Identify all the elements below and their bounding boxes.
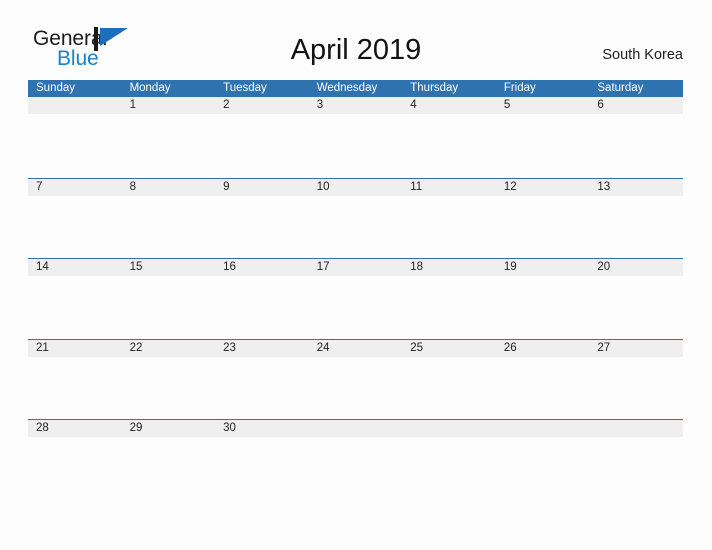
- day-content-area[interactable]: [28, 356, 683, 421]
- weekday-header-sunday: Sunday: [36, 82, 76, 94]
- day-number-band: 1 2 3 4 5 6: [28, 97, 683, 114]
- day-cell[interactable]: 9: [215, 179, 309, 196]
- day-cell[interactable]: [496, 420, 590, 437]
- day-cell[interactable]: 25: [402, 340, 496, 357]
- calendar-week-row: 21 22 23 24 25 26 27: [28, 338, 683, 421]
- day-cell[interactable]: 29: [122, 420, 216, 437]
- day-cell[interactable]: 8: [122, 179, 216, 196]
- day-cell[interactable]: 1: [122, 97, 216, 114]
- day-cell[interactable]: 4: [402, 97, 496, 114]
- day-number-band: 21 22 23 24 25 26 27: [28, 339, 683, 357]
- calendar-table: Sunday Monday Tuesday Wednesday Thursday…: [28, 80, 683, 501]
- day-cell[interactable]: 13: [589, 179, 683, 196]
- day-content-area[interactable]: [28, 437, 683, 501]
- day-cell[interactable]: 12: [496, 179, 590, 196]
- day-cell[interactable]: [589, 420, 683, 437]
- calendar-week-row: 14 15 16 17 18 19 20: [28, 258, 683, 340]
- day-number-band: 14 15 16 17 18 19 20: [28, 259, 683, 277]
- day-cell[interactable]: 2: [215, 97, 309, 114]
- day-cell[interactable]: 11: [402, 179, 496, 196]
- day-cell[interactable]: 17: [309, 259, 403, 276]
- weekday-header-row: Sunday Monday Tuesday Wednesday Thursday…: [28, 80, 683, 97]
- day-cell[interactable]: 16: [215, 259, 309, 276]
- day-cell[interactable]: 20: [589, 259, 683, 276]
- region-label: South Korea: [602, 47, 683, 63]
- page-header: General Blue April 2019 South Korea: [0, 0, 712, 78]
- weekday-header-thursday: Thursday: [410, 82, 459, 94]
- weekday-header-friday: Friday: [503, 82, 536, 94]
- day-cell[interactable]: 27: [589, 340, 683, 357]
- day-content-area[interactable]: [28, 276, 683, 340]
- day-cell[interactable]: 7: [28, 179, 122, 196]
- day-cell[interactable]: 5: [496, 97, 590, 114]
- day-cell[interactable]: [402, 420, 496, 437]
- day-cell[interactable]: 22: [122, 340, 216, 357]
- day-cell[interactable]: 26: [496, 340, 590, 357]
- weekday-header-monday: Monday: [129, 82, 171, 94]
- day-content-area[interactable]: [28, 114, 683, 178]
- weekday-header-wednesday: Wednesday: [316, 82, 378, 94]
- day-cell[interactable]: 3: [309, 97, 403, 114]
- calendar-week-row: 28 29 30: [28, 419, 683, 501]
- day-cell[interactable]: 24: [309, 340, 403, 357]
- day-cell[interactable]: 15: [122, 259, 216, 276]
- day-content-area[interactable]: [28, 195, 683, 260]
- day-cell[interactable]: 10: [309, 179, 403, 196]
- day-cell[interactable]: 6: [589, 97, 683, 114]
- calendar-week-row: 7 8 9 10 11 12 13: [28, 177, 683, 260]
- day-cell[interactable]: 30: [215, 420, 309, 437]
- weekday-header-saturday: Saturday: [597, 82, 644, 94]
- day-cell[interactable]: 14: [28, 259, 122, 276]
- day-cell[interactable]: 28: [28, 420, 122, 437]
- day-cell[interactable]: 19: [496, 259, 590, 276]
- calendar-week-row: 1 2 3 4 5 6: [28, 97, 683, 178]
- day-cell[interactable]: [28, 97, 122, 114]
- day-cell[interactable]: [309, 420, 403, 437]
- day-number-band: 28 29 30: [28, 420, 683, 438]
- day-cell[interactable]: 18: [402, 259, 496, 276]
- calendar-page: General Blue April 2019 South Korea Sund…: [0, 0, 712, 550]
- day-cell[interactable]: 23: [215, 340, 309, 357]
- day-number-band: 7 8 9 10 11 12 13: [28, 178, 683, 196]
- day-cell[interactable]: 21: [28, 340, 122, 357]
- weekday-header-tuesday: Tuesday: [223, 82, 267, 94]
